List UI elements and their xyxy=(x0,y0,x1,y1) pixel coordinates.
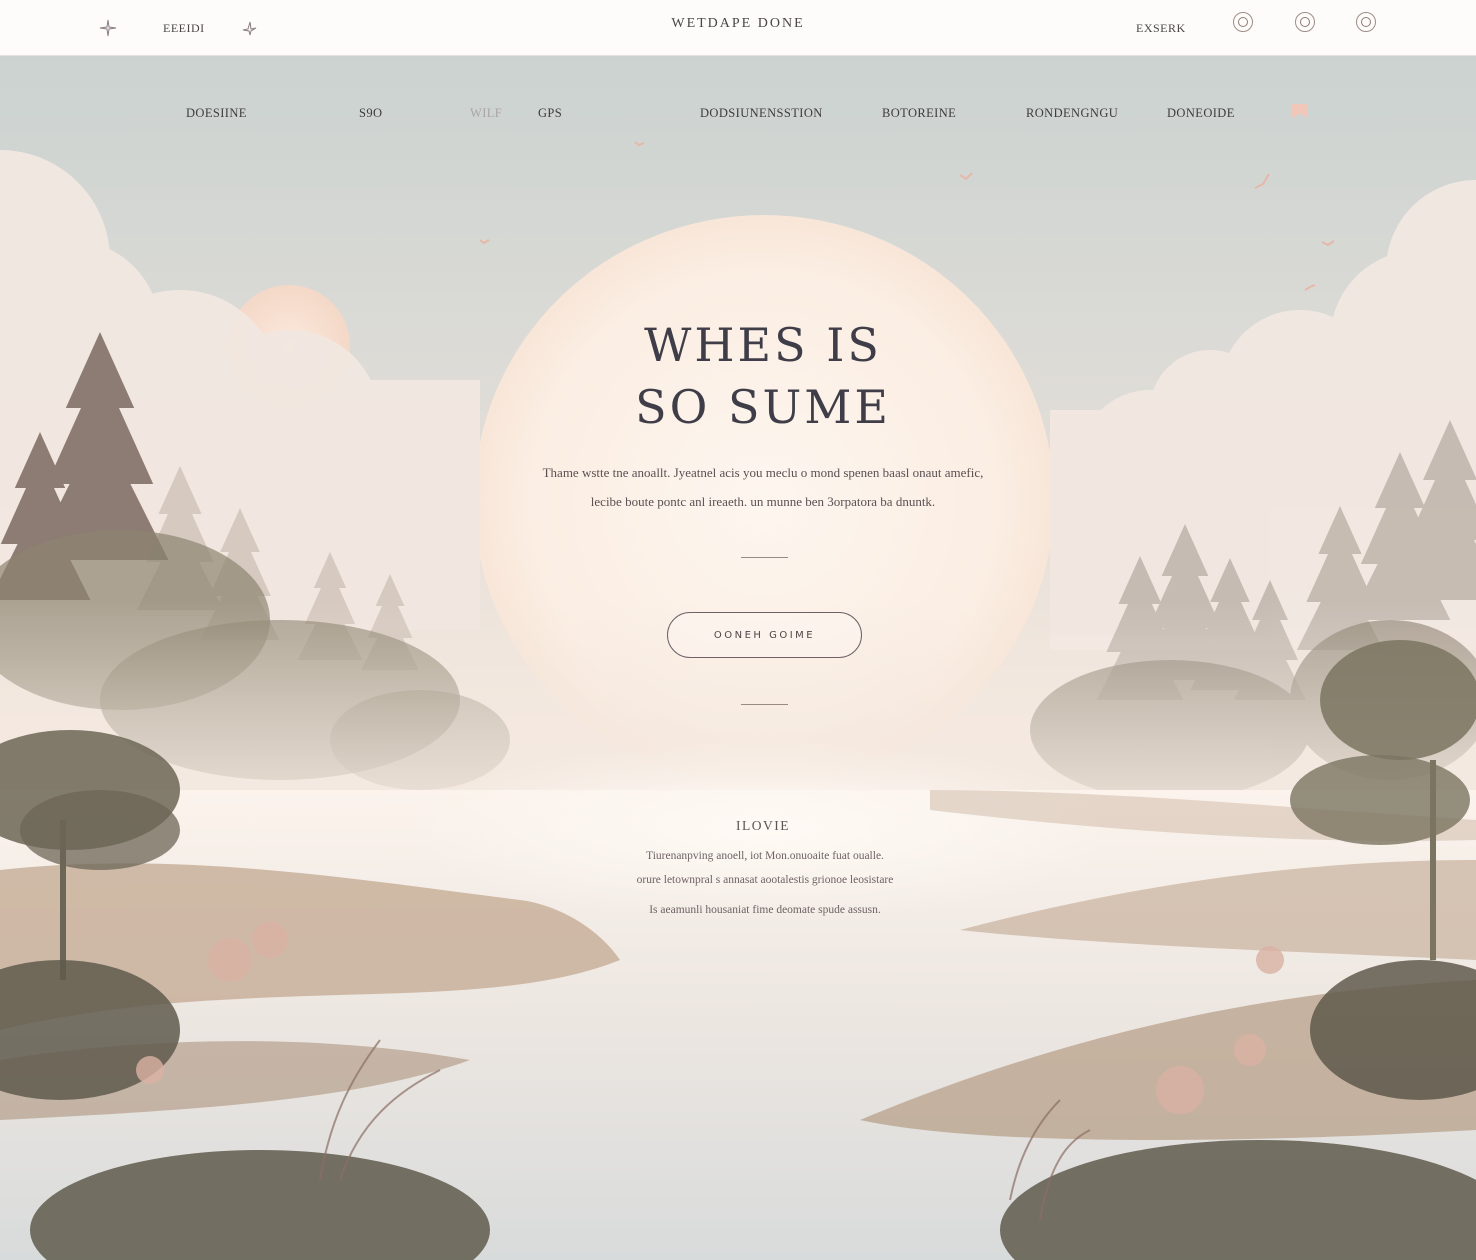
hero-title-line-1: WHES IS xyxy=(644,318,882,372)
nav-item-8[interactable]: DONEOIDE xyxy=(1167,98,1235,128)
top-link-right[interactable]: EXSERK xyxy=(1136,0,1186,56)
nav-item-4[interactable]: GPS xyxy=(538,98,562,128)
social-icon-1[interactable] xyxy=(1233,12,1253,32)
star-icon[interactable] xyxy=(239,0,259,56)
divider-bottom xyxy=(741,704,788,705)
nav-item-5[interactable]: DODSIUNENSSTION xyxy=(700,98,823,128)
nav-item-7[interactable]: RONDENGNGU xyxy=(1026,98,1118,128)
nav-item-6[interactable]: BOTOREINE xyxy=(882,98,956,128)
nav-item-3[interactable]: WILF xyxy=(470,98,502,128)
section-line-2: orure letownpral s annasat aootalestis g… xyxy=(636,874,894,886)
hero-title: WHES IS SO SUME xyxy=(538,314,988,438)
hero-desc-line-2: lecibe boute pontc anl ireaeth. un munne… xyxy=(590,494,936,509)
section-line-3: Is aeamunli housaniat fime deomate spude… xyxy=(649,904,881,916)
site-brand[interactable]: WETDAPE DONE xyxy=(671,16,804,32)
top-bar: EEEIDI WETDAPE DONE EXSERK xyxy=(0,0,1476,56)
top-link-left[interactable]: EEEIDI xyxy=(163,0,205,56)
cta-button[interactable]: OONEH GOIME xyxy=(667,612,862,658)
social-icon-2[interactable] xyxy=(1295,12,1315,32)
nav-item-2[interactable]: S9O xyxy=(359,98,382,128)
divider-top xyxy=(741,557,788,558)
sparkle-icon[interactable] xyxy=(98,0,118,56)
section-title: ILOVIE xyxy=(736,818,790,833)
site-brand-wrapper: WETDAPE DONE xyxy=(0,0,1476,48)
social-icon-3[interactable] xyxy=(1356,12,1376,32)
hero-title-line-2: SO SUME xyxy=(635,380,891,434)
section-line-1: Tiurenanpving anoell, iot Mon.onuoaite f… xyxy=(646,850,884,862)
hero-desc-line-1: Thame wstte tne anoallt. Jyeatnel acis y… xyxy=(542,465,984,480)
main-nav: DOESIINE S9O WILF GPS DODSIUNENSSTION BO… xyxy=(0,98,1476,128)
hero-description: Thame wstte tne anoallt. Jyeatnel acis y… xyxy=(480,458,1046,516)
nav-item-1[interactable]: DOESIINE xyxy=(186,98,247,128)
